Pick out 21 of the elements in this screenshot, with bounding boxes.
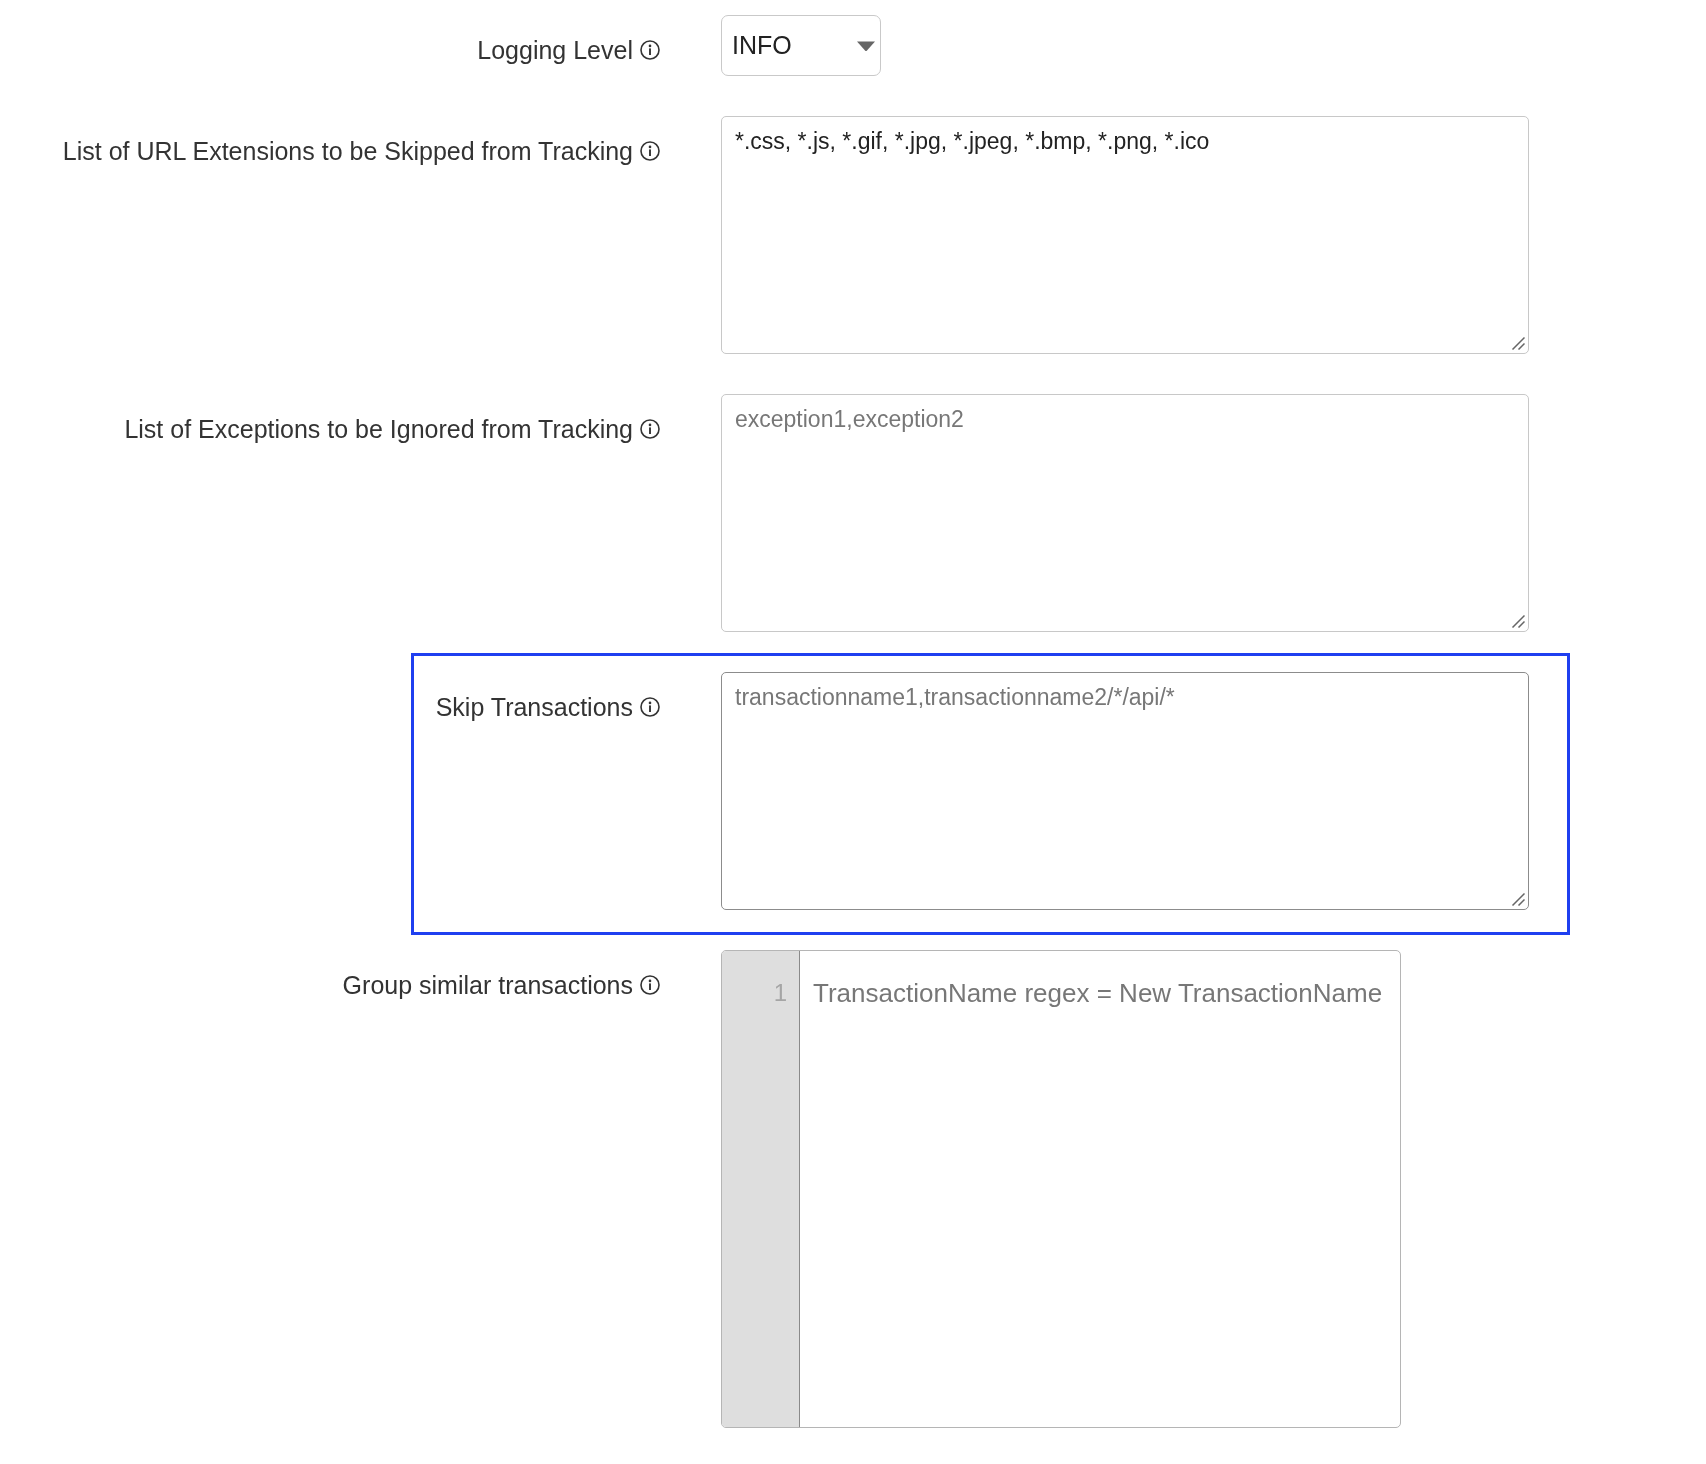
info-icon[interactable] [640, 419, 660, 439]
field-label: List of Exceptions to be Ignored from Tracking [124, 414, 633, 444]
resize-handle-icon[interactable] [1511, 614, 1525, 628]
field-label: Logging Level [477, 35, 633, 65]
field-label: Skip Transactions [435, 692, 633, 722]
info-icon[interactable] [640, 697, 660, 717]
field-label: Group similar transactions [342, 970, 633, 1000]
textarea-field[interactable]: *.css, *.js, *.gif, *.jpg, *.jpeg, *.bmp, *.png, *.ico [721, 116, 1529, 354]
info-icon[interactable] [640, 975, 660, 995]
textarea-field[interactable]: transactionname1,transactionname2/*/api/* [721, 672, 1529, 910]
resize-handle-icon[interactable] [1511, 336, 1525, 350]
line-number: 1 [773, 978, 787, 1008]
field-label: List of URL Extensions to be Skipped from Tracking [62, 136, 633, 166]
editor-placeholder: TransactionName regex = New TransactionName [813, 977, 1383, 1009]
code-editor[interactable]: 1 TransactionName regex = New TransactionName [721, 950, 1401, 1428]
textarea-field[interactable]: exception1,exception2 [721, 394, 1529, 632]
logging-level-dropdown[interactable]: INFO [721, 15, 881, 76]
resize-handle-icon[interactable] [1511, 892, 1525, 906]
info-icon[interactable] [640, 141, 660, 161]
caret-down-icon [857, 40, 875, 51]
info-icon[interactable] [640, 40, 660, 60]
